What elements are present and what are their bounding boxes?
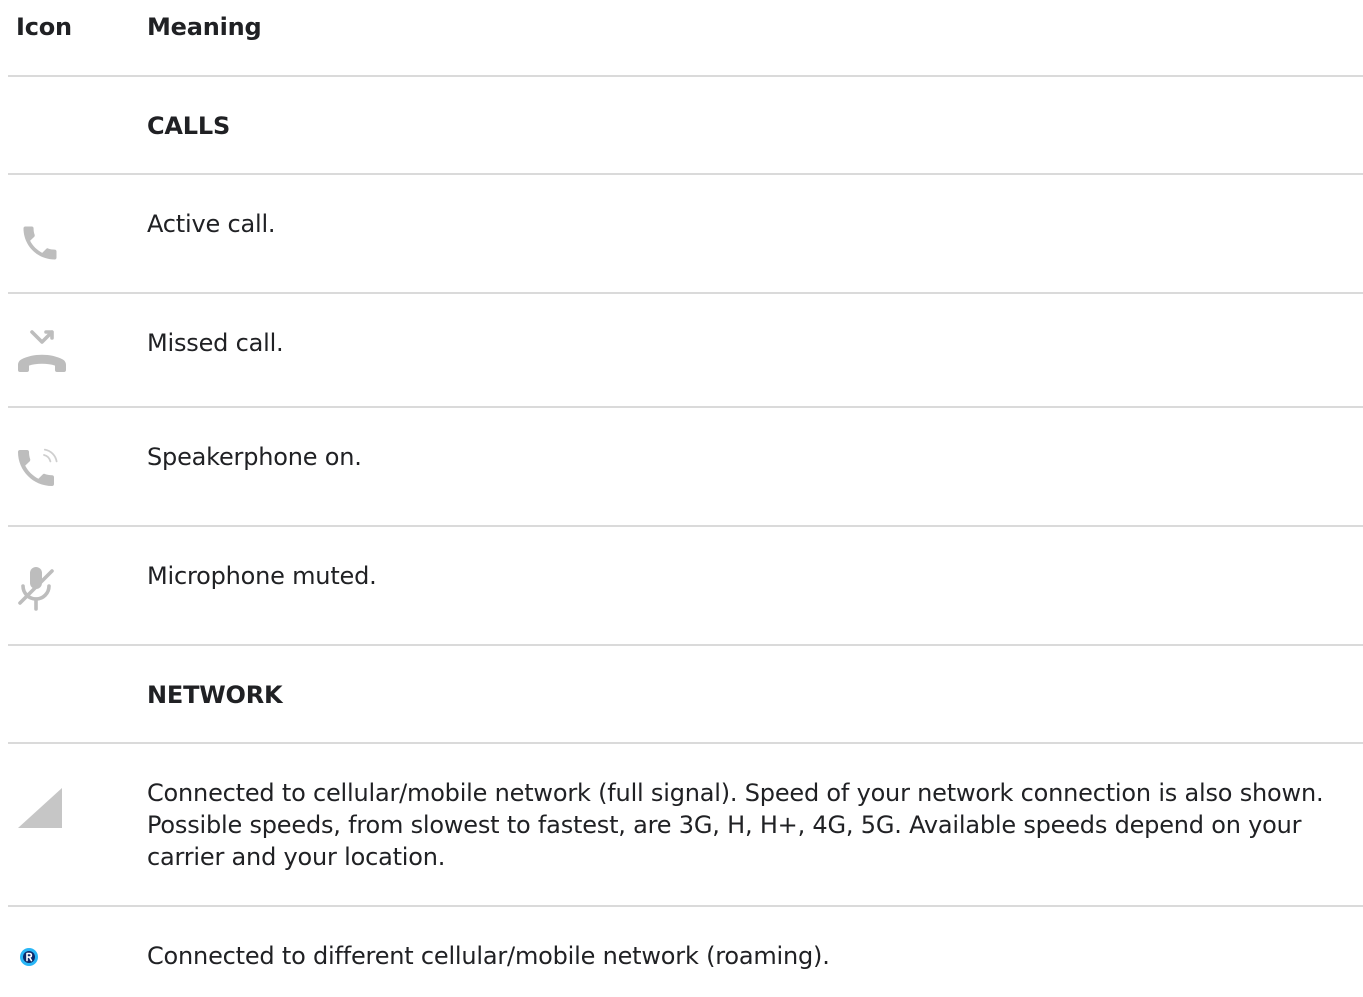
section-label: NETWORK: [147, 681, 283, 709]
table-row: Speakerphone on.: [8, 408, 1363, 527]
table-row: Missed call.: [8, 294, 1363, 408]
meaning-text: Connected to cellular/mobile network (fu…: [147, 779, 1324, 871]
speakerphone-icon: [18, 448, 58, 486]
status-icons-table: Icon Meaning CALLS Active call. Missed c…: [8, 0, 1363, 997]
missed-call-icon: [18, 330, 66, 372]
phone-icon: [23, 226, 57, 260]
meaning-text: Speakerphone on.: [147, 443, 362, 471]
table-row: Connected to cellular/mobile network (fu…: [8, 744, 1363, 907]
section-row-calls: CALLS: [8, 77, 1363, 175]
table-row: Active call.: [8, 175, 1363, 294]
cell-signal-icon: [18, 788, 62, 828]
meaning-text: Microphone muted.: [147, 562, 377, 590]
meaning-text: Connected to different cellular/mobile n…: [147, 942, 830, 970]
section-label: CALLS: [147, 112, 231, 140]
meaning-text: Missed call.: [147, 329, 284, 357]
section-row-network: NETWORK: [8, 646, 1363, 744]
mic-off-icon: [18, 567, 54, 611]
table-row: Microphone muted.: [8, 527, 1363, 646]
roaming-icon: [20, 948, 38, 966]
table-header-row: Icon Meaning: [8, 0, 1363, 77]
meaning-text: Active call.: [147, 210, 276, 238]
meaning-column-header: Meaning: [147, 13, 262, 41]
table-row: Connected to different cellular/mobile n…: [8, 907, 1363, 997]
